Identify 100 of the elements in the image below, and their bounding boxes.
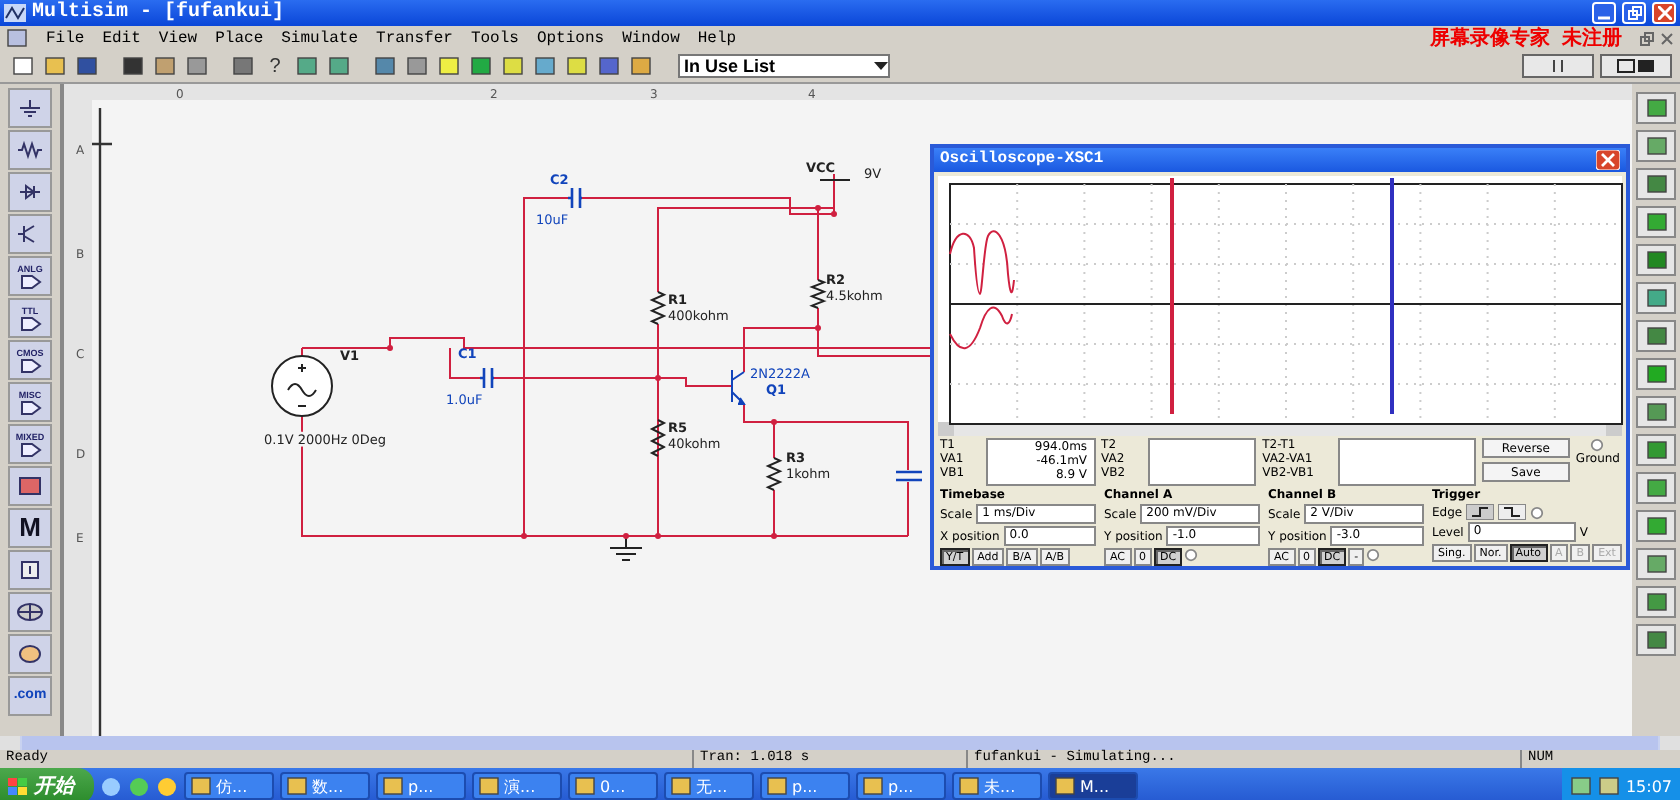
- menu-item[interactable]: Help: [697, 29, 737, 47]
- falling-edge-button[interactable]: [1498, 504, 1527, 521]
- instrument-icon: [1645, 98, 1667, 118]
- taskbar-item[interactable]: 仿...: [184, 772, 274, 800]
- parts-bin-button[interactable]: [8, 130, 52, 170]
- instrument-button[interactable]: [1636, 92, 1676, 124]
- toolbar-button[interactable]: [72, 52, 102, 80]
- menu-item[interactable]: Place: [215, 29, 264, 47]
- parts-bin-button[interactable]: [8, 88, 52, 128]
- instrument-button[interactable]: [1636, 282, 1676, 314]
- instrument-icon: [1645, 592, 1667, 612]
- taskbar-item[interactable]: p...: [376, 772, 466, 800]
- instrument-button[interactable]: [1636, 548, 1676, 580]
- close-icon[interactable]: [1660, 31, 1674, 45]
- instrument-icon: [1645, 554, 1667, 574]
- window-title: Oscilloscope-XSC1: [940, 150, 1106, 169]
- toolbar-button[interactable]: [466, 52, 496, 80]
- instrument-button[interactable]: [1636, 510, 1676, 542]
- instrument-button[interactable]: [1636, 586, 1676, 618]
- menu-item[interactable]: Transfer: [376, 29, 453, 47]
- instrument-button[interactable]: [1636, 320, 1676, 352]
- instrument-button[interactable]: [1636, 358, 1676, 390]
- parts-bin-button[interactable]: [8, 550, 52, 590]
- toolbar-button[interactable]: [40, 52, 70, 80]
- taskbar-item[interactable]: 未...: [952, 772, 1042, 800]
- toolbar-button[interactable]: [594, 52, 624, 80]
- junction-dot: [655, 533, 661, 539]
- quick-launch-icon[interactable]: [128, 775, 150, 797]
- taskbar-item[interactable]: M...: [1048, 772, 1138, 800]
- instrument-button[interactable]: [1636, 434, 1676, 466]
- parts-bin-button[interactable]: [8, 172, 52, 212]
- taskbar-item[interactable]: 数...: [280, 772, 370, 800]
- simulate-switch-button[interactable]: [1600, 54, 1672, 78]
- parts-bin-button[interactable]: [8, 592, 52, 632]
- resistor: [765, 457, 783, 491]
- start-button[interactable]: 开始: [0, 768, 94, 800]
- instrument-button[interactable]: [1636, 244, 1676, 276]
- toolbar-button[interactable]: [530, 52, 560, 80]
- toolbar-button[interactable]: [370, 52, 400, 80]
- radio-button[interactable]: [1366, 548, 1381, 563]
- parts-bin-button[interactable]: M: [8, 508, 52, 548]
- menu-item[interactable]: Window: [622, 29, 680, 47]
- tool-icon: [44, 56, 66, 76]
- ground-icon: [16, 98, 44, 118]
- toolbar-button[interactable]: [150, 52, 180, 80]
- menu-item[interactable]: View: [158, 29, 198, 47]
- toolbar-button[interactable]: [562, 52, 592, 80]
- radio-button[interactable]: [1590, 438, 1605, 453]
- instrument-button[interactable]: [1636, 130, 1676, 162]
- toolbar-button[interactable]: [402, 52, 432, 80]
- toolbar-button[interactable]: [182, 52, 212, 80]
- toolbar-button[interactable]: [434, 52, 464, 80]
- pause-button[interactable]: [1522, 54, 1594, 78]
- gate-icon: [16, 315, 44, 331]
- radio-button[interactable]: [1530, 505, 1545, 520]
- parts-bin-button[interactable]: [8, 466, 52, 506]
- rising-edge-button[interactable]: [1466, 504, 1495, 521]
- parts-bin-button[interactable]: [8, 214, 52, 254]
- in-use-dropdown[interactable]: In Use List: [678, 54, 890, 78]
- tool-icon: [630, 56, 652, 76]
- horizontal-scrollbar[interactable]: [0, 736, 1680, 750]
- windows-flag-icon: [8, 777, 28, 795]
- instrument-button[interactable]: [1636, 168, 1676, 200]
- toolbar-button[interactable]: [498, 52, 528, 80]
- menu-item[interactable]: File: [46, 29, 85, 47]
- capacitor: [894, 470, 924, 482]
- instrument-button[interactable]: [1636, 624, 1676, 656]
- instrument-button[interactable]: [1636, 472, 1676, 504]
- misc-icon: [16, 560, 44, 580]
- ground-symbol: [609, 535, 643, 561]
- close-button[interactable]: [1652, 2, 1676, 24]
- toolbar-button[interactable]: [292, 52, 322, 80]
- instrument-button[interactable]: [1636, 206, 1676, 238]
- restore-button[interactable]: [1622, 2, 1646, 24]
- taskbar-item[interactable]: p...: [856, 772, 946, 800]
- taskbar-item[interactable]: 演...: [472, 772, 562, 800]
- app-icon: [382, 776, 404, 796]
- taskbar-item[interactable]: 无...: [664, 772, 754, 800]
- gate-icon: [16, 399, 44, 415]
- readout-box: [1147, 438, 1257, 487]
- indicator-icon: [16, 476, 44, 496]
- toolbar-button[interactable]: [626, 52, 656, 80]
- taskbar-item[interactable]: 0...: [568, 772, 658, 800]
- parts-bin-button[interactable]: [8, 634, 52, 674]
- quick-launch-icon[interactable]: [156, 775, 178, 797]
- radio-button[interactable]: [1184, 548, 1199, 563]
- menu-item[interactable]: Edit: [102, 29, 141, 47]
- ring-icon: [16, 644, 44, 664]
- toolbar-button[interactable]: [324, 52, 354, 80]
- quick-launch-icon[interactable]: [100, 775, 122, 797]
- toolbar-button[interactable]: [228, 52, 258, 80]
- instrument-button[interactable]: [1636, 396, 1676, 428]
- minimize-button[interactable]: [1592, 2, 1616, 24]
- menu-item[interactable]: Options: [536, 29, 605, 47]
- menu-item[interactable]: Tools: [470, 29, 519, 47]
- taskbar-item[interactable]: p...: [760, 772, 850, 800]
- help-button[interactable]: ?: [260, 52, 290, 80]
- toolbar-button[interactable]: [8, 52, 38, 80]
- menu-item[interactable]: Simulate: [281, 29, 359, 47]
- toolbar-button[interactable]: [118, 52, 148, 80]
